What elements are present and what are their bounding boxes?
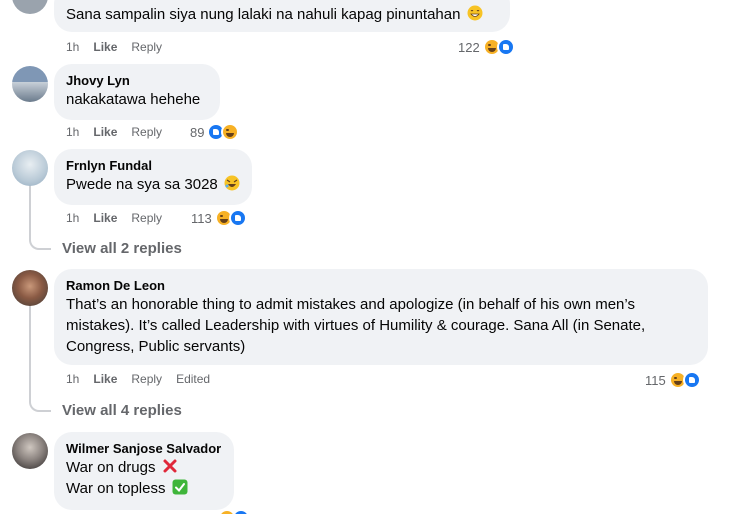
avatar[interactable]	[12, 0, 48, 14]
avatar[interactable]	[12, 433, 48, 469]
reaction-count: 115	[645, 372, 666, 388]
reply-button[interactable]: Reply	[131, 372, 162, 386]
check-mark-icon	[172, 479, 188, 495]
comment-text-line: Congress, Public servants)	[66, 338, 246, 355]
comment-text: nakakatawa hehehe	[66, 91, 201, 108]
thread-elbow	[29, 390, 51, 412]
reaction-summary[interactable]: 113	[191, 208, 247, 228]
like-icon	[228, 209, 247, 227]
comment-bubble: Wilmer Sanjose Salvador War on drugs War…	[54, 432, 234, 510]
haha-icon	[221, 123, 240, 141]
reply-button[interactable]: Reply	[131, 40, 162, 54]
reaction-summary[interactable]: 89	[190, 122, 240, 142]
edited-label: Edited	[176, 372, 211, 386]
like-icon	[232, 509, 250, 514]
like-button[interactable]: Like	[93, 372, 117, 386]
comment-text: Sana sampalin siya nung lalaki na nahuli…	[66, 6, 461, 23]
view-replies-link[interactable]: View all 4 replies	[62, 402, 182, 419]
avatar[interactable]	[12, 270, 48, 306]
timestamp[interactable]: 1h	[66, 125, 79, 139]
rofl-icon	[224, 175, 240, 191]
view-replies-link[interactable]: View all 2 replies	[62, 240, 182, 257]
comment-bubble: Frnlyn Fundal Pwede na sya sa 3028	[54, 149, 252, 205]
comment-text-line: War on drugs	[66, 459, 156, 476]
reply-button[interactable]: Reply	[131, 125, 162, 139]
comment-author[interactable]: Jhovy Lyn	[66, 72, 208, 89]
comment-actions: 1h Like Reply	[66, 210, 176, 226]
comment-bubble: Sana sampalin siya nung lalaki na nahuli…	[54, 0, 510, 32]
reaction-count: 113	[191, 210, 212, 226]
like-button[interactable]: Like	[93, 125, 117, 139]
reaction-summary[interactable]: 122	[458, 37, 515, 57]
comment-text-line: War on topless	[66, 480, 166, 497]
comment-text: Pwede na sya sa 3028	[66, 176, 218, 193]
timestamp[interactable]: 1h	[66, 372, 79, 386]
comment-author[interactable]: Ramon De Leon	[66, 277, 696, 294]
like-icon	[682, 371, 701, 389]
like-icon	[496, 38, 515, 56]
like-button[interactable]: Like	[93, 211, 117, 225]
reaction-summary[interactable]: 115	[645, 370, 701, 390]
comment-author[interactable]: Frnlyn Fundal	[66, 157, 240, 174]
like-button[interactable]: Like	[93, 40, 117, 54]
reply-button[interactable]: Reply	[131, 211, 162, 225]
comment-bubble: Jhovy Lyn nakakatawa hehehe	[54, 64, 220, 120]
avatar[interactable]	[12, 150, 48, 186]
comment-actions: 1h Like Reply Edited	[66, 371, 224, 387]
comment-author[interactable]: Wilmer Sanjose Salvador	[66, 440, 222, 457]
comment-text-line: That’s an honorable thing to admit mista…	[66, 296, 635, 313]
thread-line	[29, 304, 31, 400]
reaction-count: 89	[190, 124, 205, 140]
reaction-summary[interactable]	[218, 508, 250, 514]
avatar[interactable]	[12, 66, 48, 102]
timestamp[interactable]: 1h	[66, 211, 79, 225]
timestamp[interactable]: 1h	[66, 40, 79, 54]
cross-mark-icon	[162, 458, 178, 474]
comment-actions: 1h Like Reply	[66, 39, 176, 55]
comment-bubble: Ramon De Leon That’s an honorable thing …	[54, 269, 708, 365]
reaction-count: 122	[458, 39, 480, 55]
comment-text-line: mistakes). It’s called Leadership with v…	[66, 317, 646, 334]
grin-icon	[467, 5, 483, 21]
thread-elbow	[29, 228, 51, 250]
comment-actions: 1h Like Reply	[66, 124, 176, 140]
